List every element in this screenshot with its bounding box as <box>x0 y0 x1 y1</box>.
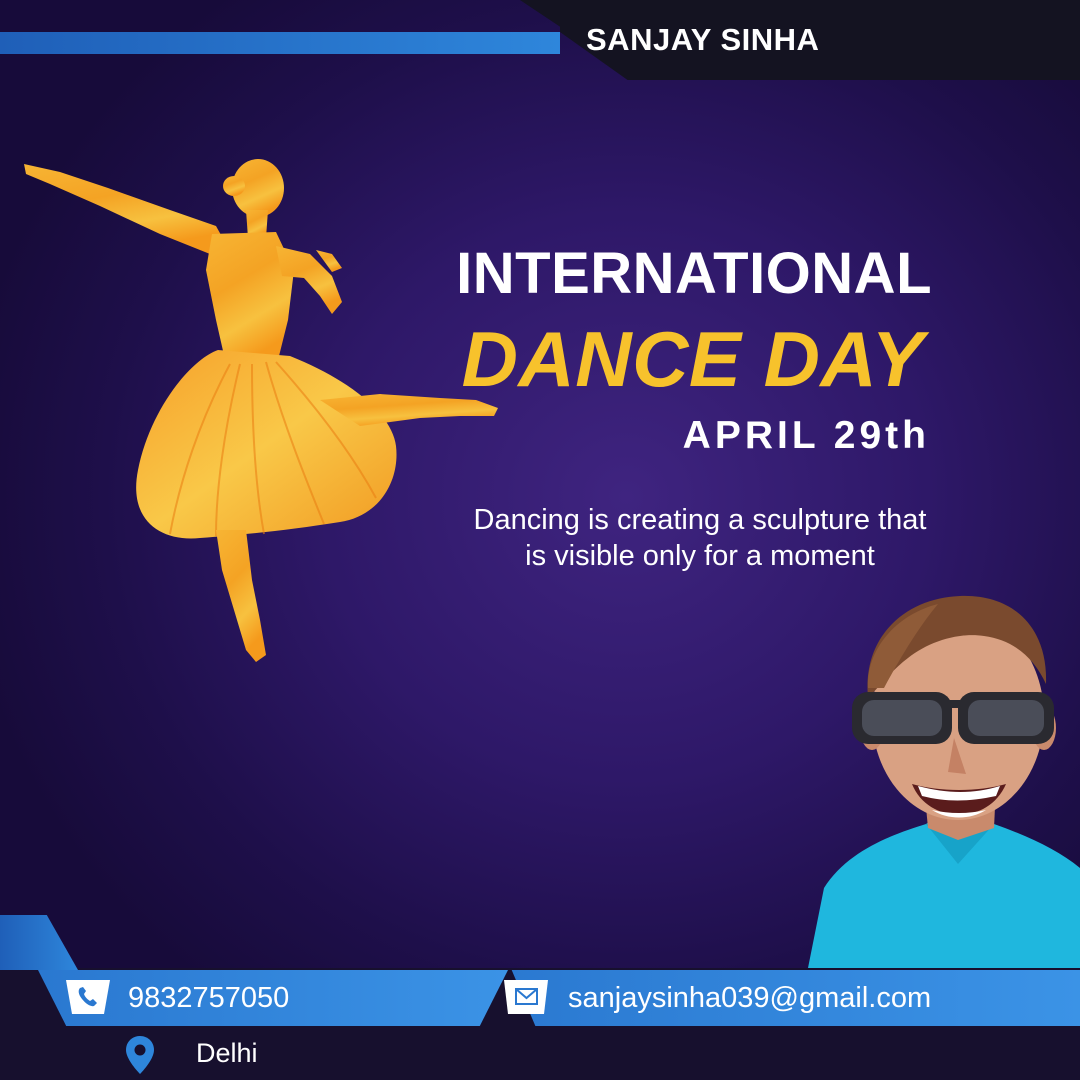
footer-accent-stripe <box>0 915 78 970</box>
map-pin-icon <box>126 1036 154 1074</box>
title-line-international: INTERNATIONAL <box>456 241 932 306</box>
envelope-icon <box>504 980 548 1014</box>
portrait-photo <box>808 595 1080 968</box>
email-address[interactable]: sanjaysinha039@gmail.com <box>568 982 931 1015</box>
quote-line-2: is visible only for a moment <box>525 540 875 572</box>
phone-number[interactable]: 9832757050 <box>128 982 289 1015</box>
location: Delhi <box>196 1038 258 1068</box>
quote: Dancing is creating a sculpture that is … <box>420 502 980 574</box>
quote-line-1: Dancing is creating a sculpture that <box>473 504 927 536</box>
ballerina-silhouette <box>24 159 498 662</box>
top-accent-stripe <box>0 32 560 54</box>
phone-icon <box>66 980 110 1014</box>
brand-name: SANJAY SINHA <box>586 22 820 57</box>
poster: SANJAY SINHA INTERNATIONAL DANCE DAY APR… <box>0 0 1080 1080</box>
title-line-dance-day: DANCE DAY <box>461 315 924 403</box>
event-date: APRIL 29th <box>682 414 930 457</box>
